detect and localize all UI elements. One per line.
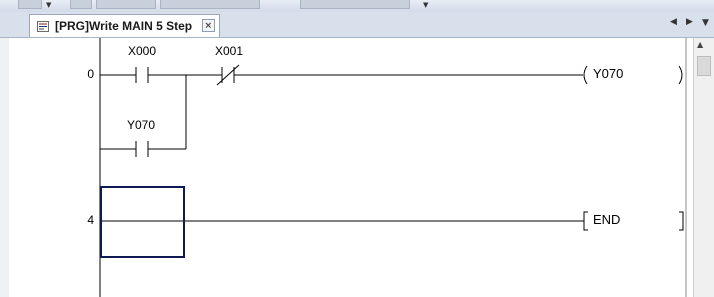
toolbar-button[interactable] (96, 0, 156, 9)
contact-x000 (135, 67, 149, 83)
dropdown-arrow-icon[interactable]: ▼ (46, 2, 51, 9)
toolbar-button[interactable] (70, 0, 92, 9)
toolbar-button[interactable] (160, 0, 260, 9)
chevron-down-icon[interactable]: ▼ (702, 18, 709, 28)
toolbar-button[interactable] (18, 0, 42, 9)
ladder-program-icon (37, 21, 49, 32)
device-label-x001: X001 (215, 44, 244, 58)
tab-main-program[interactable]: [PRG]Write MAIN 5 Step (29, 14, 220, 37)
ladder-editor[interactable]: 0 4 X000 X001 Y070 Y070 END ▲ (0, 38, 714, 297)
dropdown-arrow-icon[interactable]: ▼ (423, 2, 428, 9)
close-icon[interactable] (202, 19, 215, 32)
scrollbar-thumb[interactable] (697, 56, 711, 76)
vertical-scrollbar[interactable]: ▲ (693, 38, 714, 297)
end-bracket-right (679, 211, 684, 231)
device-label-x000: X000 (128, 44, 157, 58)
ladder-cursor[interactable] (100, 186, 185, 258)
coil-y070-left (583, 65, 588, 85)
coil-y070-right (678, 65, 683, 85)
end-bracket-left (583, 211, 588, 231)
coil-label-y070: Y070 (593, 66, 624, 81)
chevron-left-icon[interactable]: ◀ (670, 17, 677, 27)
tab-bar: [PRG]Write MAIN 5 Step ◀ ▶ ▼ (0, 12, 714, 38)
scroll-up-icon[interactable]: ▲ (697, 40, 703, 49)
end-instruction-label: END (593, 212, 621, 227)
step-number: 4 (87, 213, 94, 227)
toolbar-button[interactable] (300, 0, 410, 9)
tab-title: [PRG]Write MAIN 5 Step (55, 19, 193, 33)
step-number: 0 (87, 67, 94, 81)
chevron-right-icon[interactable]: ▶ (686, 17, 693, 27)
device-label-y070: Y070 (127, 118, 156, 132)
contact-y070 (135, 141, 149, 157)
